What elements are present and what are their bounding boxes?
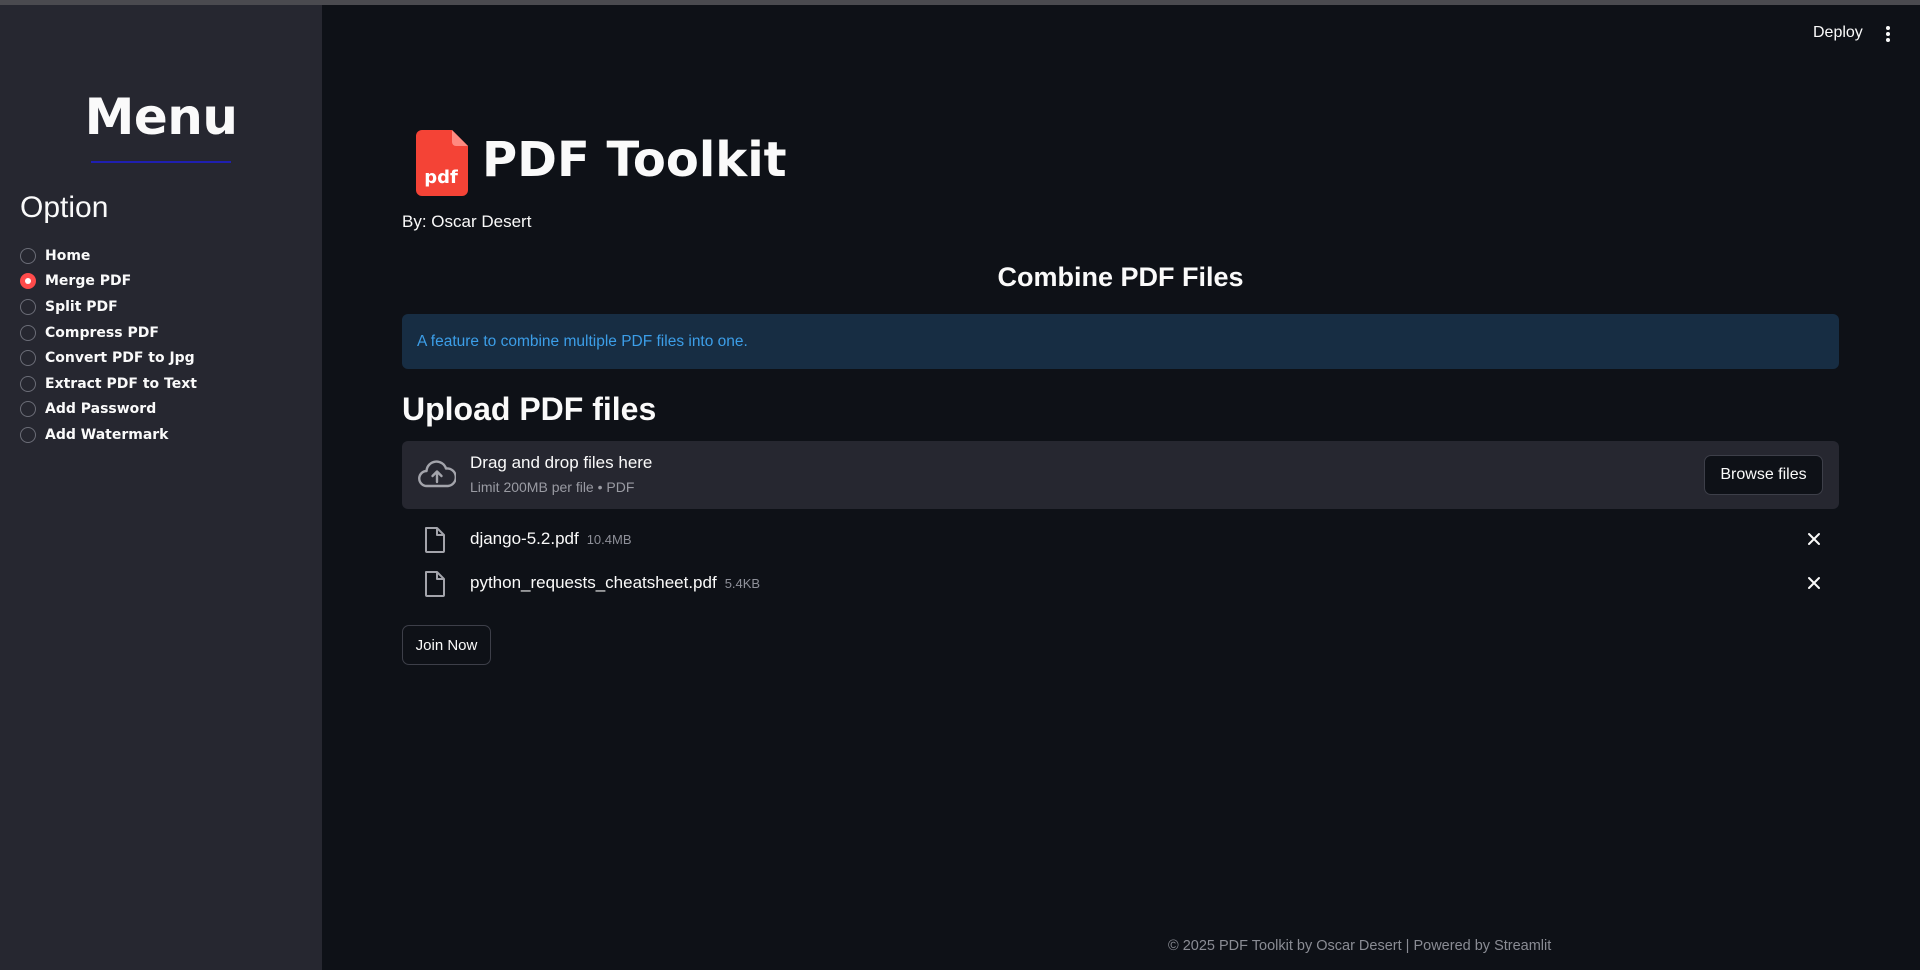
radio-button[interactable] <box>20 426 36 443</box>
deploy-button[interactable]: Deploy <box>1813 24 1863 42</box>
radio-option-merge-pdf[interactable]: Merge PDF <box>20 269 197 295</box>
radio-button[interactable] <box>20 298 36 315</box>
info-alert: A feature to combine multiple PDF files … <box>402 314 1839 369</box>
dropzone-instruction: Drag and drop files here <box>470 453 653 472</box>
section-title: Combine PDF Files <box>997 262 1244 292</box>
radio-option-label: Add Password <box>45 401 157 418</box>
radio-button[interactable] <box>20 350 36 367</box>
radio-option-split-pdf[interactable]: Split PDF <box>20 294 197 320</box>
browse-files-button[interactable]: Browse files <box>1704 455 1823 495</box>
radio-option-extract-pdf-to-text[interactable]: Extract PDF to Text <box>20 371 197 397</box>
option-radio-group: Home Merge PDF Split PDF Compress PDF Co… <box>20 243 197 448</box>
file-size: 5.4KB <box>724 576 761 591</box>
info-alert-text: A feature to combine multiple PDF files … <box>417 332 748 350</box>
file-dropzone[interactable]: Drag and drop files here Limit 200MB per… <box>402 441 1839 509</box>
pdf-file-icon: pdf <box>416 130 468 196</box>
sidebar-menu-title: Menu <box>84 88 238 146</box>
join-now-button[interactable]: Join Now <box>402 625 491 665</box>
cloud-upload-icon <box>418 460 456 488</box>
radio-option-label: Extract PDF to Text <box>45 375 197 392</box>
page-footer: © 2025 PDF Toolkit by Oscar Desert | Pow… <box>1168 938 1552 954</box>
radio-button-selected[interactable] <box>20 273 36 290</box>
remove-file-close-icon[interactable] <box>1807 532 1821 546</box>
radio-option-label: Merge PDF <box>45 273 132 290</box>
file-icon <box>425 571 445 597</box>
radio-button[interactable] <box>20 375 36 392</box>
sidebar: Menu Option Home Merge PDF Split PDF Com… <box>0 5 322 970</box>
page-title: PDF Toolkit <box>482 132 787 188</box>
radio-option-convert-pdf-to-jpg[interactable]: Convert PDF to Jpg <box>20 345 197 371</box>
radio-option-label: Home <box>45 247 91 264</box>
radio-option-add-password[interactable]: Add Password <box>20 397 197 423</box>
radio-button[interactable] <box>20 401 36 418</box>
file-icon <box>425 527 445 553</box>
uploaded-file-row: python_requests_cheatsheet.pdf 5.4KB <box>402 569 1839 599</box>
upload-section-title: Upload PDF files <box>402 391 657 427</box>
radio-option-compress-pdf[interactable]: Compress PDF <box>20 320 197 346</box>
dropzone-limit-text: Limit 200MB per file • PDF <box>470 479 635 495</box>
option-label: Option <box>20 191 109 224</box>
radio-option-add-watermark[interactable]: Add Watermark <box>20 422 197 448</box>
pdf-icon-text: pdf <box>424 167 458 188</box>
kebab-menu-icon[interactable] <box>1882 26 1894 44</box>
radio-button[interactable] <box>20 324 36 341</box>
remove-file-close-icon[interactable] <box>1807 576 1821 590</box>
radio-option-label: Compress PDF <box>45 324 159 341</box>
author-byline: By: Oscar Desert <box>402 212 532 231</box>
uploaded-file-row: django-5.2.pdf 10.4MB <box>402 525 1839 555</box>
radio-button[interactable] <box>20 247 36 264</box>
radio-option-label: Convert PDF to Jpg <box>45 350 195 367</box>
file-name: python_requests_cheatsheet.pdf <box>470 573 717 592</box>
radio-option-label: Split PDF <box>45 298 118 315</box>
menu-title-underline <box>91 161 231 163</box>
file-size: 10.4MB <box>586 532 632 547</box>
radio-option-label: Add Watermark <box>45 426 169 443</box>
file-name: django-5.2.pdf <box>470 529 579 548</box>
radio-option-home[interactable]: Home <box>20 243 197 269</box>
